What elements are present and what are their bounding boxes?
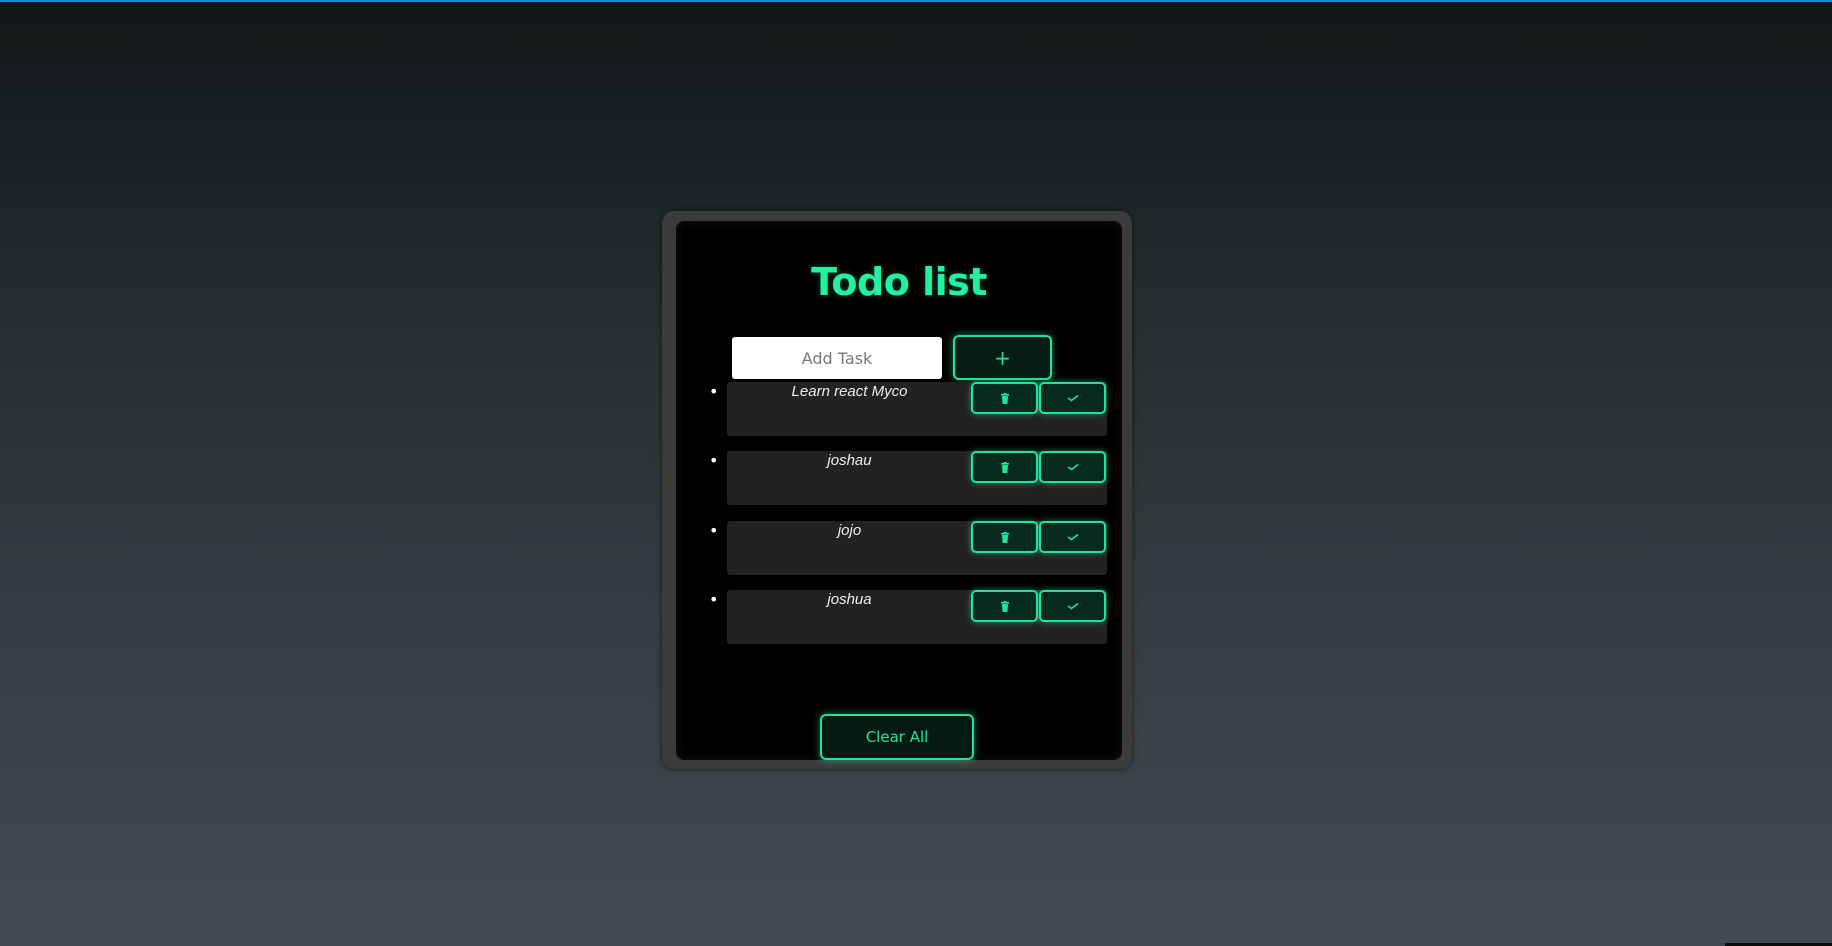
trash-icon xyxy=(1000,600,1009,612)
complete-task-button[interactable] xyxy=(1039,521,1106,553)
trash-icon xyxy=(1000,531,1009,543)
browser-top-bar xyxy=(0,0,1832,2)
task-text: jojo xyxy=(837,522,862,539)
check-icon xyxy=(1067,394,1078,402)
bullet: • xyxy=(709,521,719,540)
task-item: • joshau xyxy=(709,451,1107,505)
task-input[interactable] xyxy=(732,337,942,379)
complete-task-button[interactable] xyxy=(1039,382,1106,414)
app-title: Todo list xyxy=(811,260,987,304)
delete-task-button[interactable] xyxy=(971,382,1038,414)
bullet: • xyxy=(709,590,719,609)
todo-panel-inner: Todo list + • Learn react Myco xyxy=(676,221,1122,760)
complete-task-button[interactable] xyxy=(1039,451,1106,483)
task-item: • joshua xyxy=(709,590,1107,644)
delete-task-button[interactable] xyxy=(971,521,1038,553)
delete-task-button[interactable] xyxy=(971,590,1038,622)
task-text: Learn react Myco xyxy=(791,383,908,400)
task-item: • Learn react Myco xyxy=(709,382,1107,436)
add-task-button[interactable]: + xyxy=(953,335,1052,380)
todo-panel: Todo list + • Learn react Myco xyxy=(662,211,1132,769)
task-text: joshau xyxy=(827,452,872,469)
trash-icon xyxy=(1000,461,1009,473)
task-text: joshua xyxy=(827,591,872,608)
check-icon xyxy=(1067,602,1078,610)
check-icon xyxy=(1067,463,1078,471)
check-icon xyxy=(1067,533,1078,541)
trash-icon xyxy=(1000,392,1009,404)
complete-task-button[interactable] xyxy=(1039,590,1106,622)
task-item: • jojo xyxy=(709,521,1107,575)
bullet: • xyxy=(709,451,719,470)
delete-task-button[interactable] xyxy=(971,451,1038,483)
clear-all-button[interactable]: Clear All xyxy=(820,714,974,760)
bullet: • xyxy=(709,382,719,401)
